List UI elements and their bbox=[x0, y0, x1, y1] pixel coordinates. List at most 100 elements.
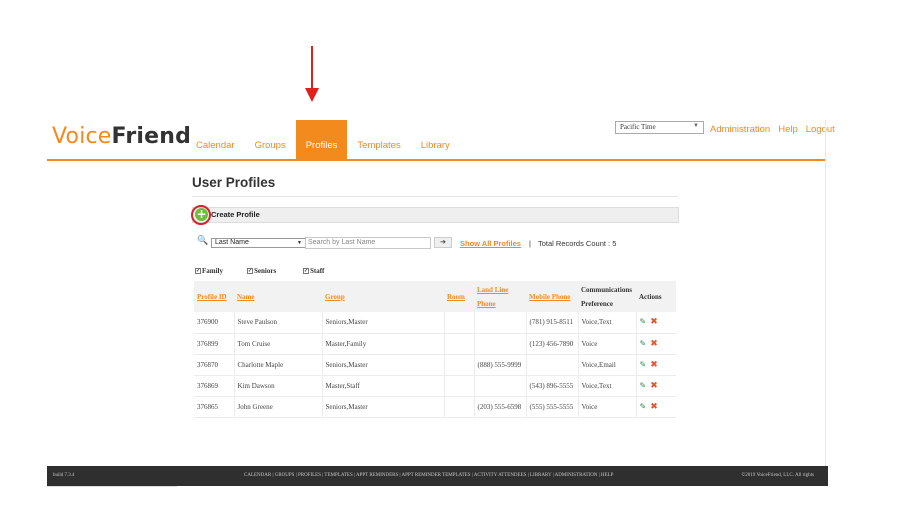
cell-comm-pref: Voice,Text bbox=[578, 312, 637, 333]
show-all-profiles-link[interactable]: Show All Profiles bbox=[460, 239, 521, 248]
col-land-line[interactable]: Land Line Phone bbox=[474, 281, 526, 312]
table-row: 376865 John Greene Seniors,Master (203) … bbox=[194, 396, 676, 417]
cell-name: Kim Dawson bbox=[234, 375, 323, 396]
col-land-line-2: Phone bbox=[477, 299, 496, 308]
cell-land-line bbox=[474, 375, 527, 396]
cell-room bbox=[444, 396, 475, 417]
table-row: 376869 Kim Dawson Master,Staff (543) 896… bbox=[194, 375, 676, 396]
x-icon[interactable]: ✖ bbox=[650, 339, 658, 349]
arrow-shaft bbox=[311, 46, 313, 91]
cell-name: Steve Paulson bbox=[234, 312, 323, 333]
cell-mobile: (543) 896-5555 bbox=[526, 375, 579, 396]
cell-profile-id: 376899 bbox=[194, 333, 235, 354]
cell-comm-pref: Voice bbox=[578, 333, 637, 354]
search-field-select[interactable]: Last Name ▼ bbox=[211, 238, 306, 248]
top-links: Administration Help Logout bbox=[710, 124, 835, 135]
col-comm-pref: Communications Preference bbox=[578, 281, 636, 312]
cell-profile-id: 376865 bbox=[194, 396, 235, 417]
cell-actions: ✎ ✖ bbox=[636, 396, 676, 417]
table-row: 376870 Charlotte Maple Seniors,Master (8… bbox=[194, 354, 676, 375]
timezone-select[interactable]: Pacific Time ▼ bbox=[615, 121, 704, 134]
footer-links[interactable]: CALENDAR | GROUPS | PROFILES | TEMPLATES… bbox=[244, 473, 613, 478]
cell-profile-id: 376900 bbox=[194, 312, 235, 333]
col-comm-2: Preference bbox=[581, 299, 613, 308]
pencil-icon[interactable]: ✎ bbox=[640, 381, 647, 390]
cell-group: Seniors,Master bbox=[322, 396, 445, 417]
cell-land-line: (203) 555-6598 bbox=[474, 396, 527, 417]
table-row: 376900 Steve Paulson Seniors,Master (781… bbox=[194, 312, 676, 333]
search-input[interactable]: Search by Last Name bbox=[305, 237, 431, 249]
cell-actions: ✎ ✖ bbox=[636, 312, 676, 333]
cell-name: John Greene bbox=[234, 396, 323, 417]
cell-land-line bbox=[474, 333, 527, 354]
checkbox-checked-icon[interactable]: ✓ bbox=[195, 268, 201, 275]
pencil-icon[interactable]: ✎ bbox=[640, 360, 647, 369]
table-row: 376899 Tom Cruise Master,Family (123) 45… bbox=[194, 333, 676, 354]
profiles-table: Profile ID Name Group Room Land Line Phon… bbox=[194, 281, 676, 418]
col-mobile[interactable]: Mobile Phone bbox=[526, 281, 578, 312]
timezone-value: Pacific Time bbox=[620, 123, 656, 131]
x-icon[interactable]: ✖ bbox=[650, 402, 658, 412]
cell-mobile: (555) 555-5555 bbox=[526, 396, 579, 417]
cell-room bbox=[444, 354, 475, 375]
annotation-circle bbox=[191, 205, 211, 225]
x-icon[interactable]: ✖ bbox=[650, 360, 658, 370]
cell-actions: ✎ ✖ bbox=[636, 333, 676, 354]
page-title: User Profiles bbox=[192, 175, 276, 190]
cell-room bbox=[444, 375, 475, 396]
logout-link[interactable]: Logout bbox=[806, 124, 835, 135]
cell-name: Charlotte Maple bbox=[234, 354, 323, 375]
cell-mobile: (123) 456-7890 bbox=[526, 333, 579, 354]
cell-comm-pref: Voice bbox=[578, 396, 637, 417]
cell-room bbox=[444, 333, 475, 354]
create-profile-button[interactable]: Create Profile bbox=[211, 210, 260, 219]
nav-groups[interactable]: Groups bbox=[245, 120, 296, 160]
voicefriend-logo[interactable]: VoiceFriend bbox=[52, 123, 191, 149]
checkbox-checked-icon[interactable]: ✓ bbox=[303, 268, 309, 275]
filter-staff-label: Staff bbox=[310, 267, 325, 275]
administration-link[interactable]: Administration bbox=[710, 124, 770, 135]
cell-room bbox=[444, 312, 475, 333]
search-field-value: Last Name bbox=[215, 239, 249, 246]
x-icon[interactable]: ✖ bbox=[650, 381, 658, 391]
filter-seniors-label: Seniors bbox=[254, 267, 277, 275]
cell-group: Master,Family bbox=[322, 333, 445, 354]
total-records-count: Total Records Count : 5 bbox=[538, 239, 617, 248]
pencil-icon[interactable]: ✎ bbox=[640, 402, 647, 411]
chevron-down-icon: ▼ bbox=[693, 123, 699, 129]
nav-library[interactable]: Library bbox=[411, 120, 460, 160]
nav-calendar[interactable]: Calendar bbox=[186, 120, 245, 160]
footer-underline bbox=[47, 486, 177, 487]
col-group[interactable]: Group bbox=[322, 281, 444, 312]
create-profile-bar[interactable] bbox=[192, 207, 679, 223]
search-go-button[interactable]: ➔ bbox=[434, 237, 452, 248]
cell-mobile bbox=[526, 354, 579, 375]
pencil-icon[interactable]: ✎ bbox=[640, 339, 647, 348]
logo-voice-text: Voice bbox=[52, 124, 112, 149]
copyright: ©2019 VoiceFriend, LLC. All rights bbox=[741, 473, 814, 478]
cell-land-line bbox=[474, 312, 527, 333]
help-link[interactable]: Help bbox=[778, 124, 798, 135]
cell-group: Seniors,Master bbox=[322, 312, 445, 333]
cell-actions: ✎ ✖ bbox=[636, 354, 676, 375]
cell-profile-id: 376869 bbox=[194, 375, 235, 396]
chevron-down-icon: ▼ bbox=[297, 240, 302, 246]
page-right-border bbox=[825, 120, 826, 486]
pencil-icon[interactable]: ✎ bbox=[640, 317, 647, 326]
col-name[interactable]: Name bbox=[234, 281, 322, 312]
col-profile-id[interactable]: Profile ID bbox=[194, 281, 234, 312]
col-room[interactable]: Room bbox=[444, 281, 474, 312]
filter-seniors[interactable]: ✓ Seniors bbox=[247, 267, 276, 275]
x-icon[interactable]: ✖ bbox=[650, 317, 658, 327]
main-nav: Calendar Groups Profiles Templates Libra… bbox=[186, 120, 460, 160]
checkbox-checked-icon[interactable]: ✓ bbox=[247, 268, 253, 275]
filter-staff[interactable]: ✓ Staff bbox=[303, 267, 324, 275]
nav-templates[interactable]: Templates bbox=[347, 120, 410, 160]
logo-friend-text: Friend bbox=[111, 124, 192, 149]
nav-profiles[interactable]: Profiles bbox=[295, 120, 348, 160]
filter-family[interactable]: ✓ Family bbox=[195, 267, 223, 275]
arrow-head bbox=[305, 88, 319, 102]
cell-land-line: (888) 555-9999 bbox=[474, 354, 527, 375]
cell-actions: ✎ ✖ bbox=[636, 375, 676, 396]
filter-family-label: Family bbox=[202, 267, 223, 275]
